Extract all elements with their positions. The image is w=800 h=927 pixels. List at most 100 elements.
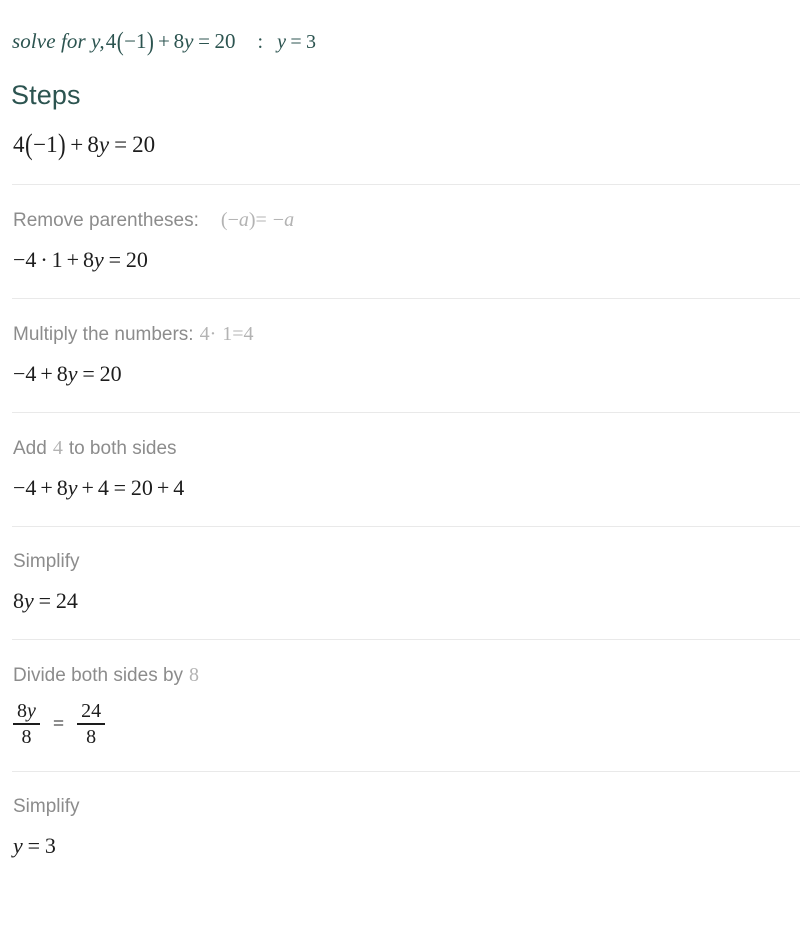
query-rparen: ) — [146, 25, 154, 57]
query-rhs: 20 — [214, 29, 236, 53]
step-label-prefix: Divide both sides by — [13, 665, 184, 686]
expr-token: + — [70, 132, 84, 157]
expr-token: 20 — [132, 132, 156, 157]
math-token: − — [227, 209, 239, 231]
query-answer: y = 3 — [277, 27, 316, 57]
expr-token: 1 — [46, 132, 58, 157]
fraction-denominator: 8 — [21, 725, 32, 748]
steps-heading: Steps — [11, 80, 81, 110]
expr-token: 20 — [125, 247, 148, 272]
expr-token: = — [38, 588, 52, 613]
expr-token: 1 — [51, 247, 63, 272]
step-expression: −4 +8y = 20 — [0, 358, 800, 390]
step-expression: 8y = 24 — [0, 585, 800, 617]
step-label: Remove parentheses: (−a)= −a — [0, 207, 800, 234]
step-label-suffix: to both sides — [68, 438, 177, 459]
query-separator: : — [257, 31, 264, 53]
numerator-value: 8y — [17, 700, 36, 722]
step-label: Simplify — [0, 549, 800, 575]
expr-token: = — [114, 132, 128, 157]
step-label-text: Remove parentheses: — [13, 210, 199, 231]
math-token: ) — [248, 209, 256, 231]
expr-token: 4 — [25, 247, 37, 272]
math-token: = — [255, 209, 267, 231]
query-line: solve for y, 4(−1) +8 y = 20 : y = 3 — [12, 25, 316, 57]
step-label-number: 4 — [52, 437, 63, 459]
step-label-prefix: Add — [13, 438, 47, 459]
query-plus: + — [158, 29, 170, 53]
expr-token: ( — [24, 128, 33, 161]
expr-token: 4 — [97, 475, 109, 500]
step-simplify-1: Simplify 8y = 24 — [0, 526, 800, 639]
step-label-text: Simplify — [13, 551, 80, 572]
expr-token: + — [40, 475, 53, 500]
expr-token: = — [108, 247, 121, 272]
expr-token: = — [27, 833, 41, 859]
expr-token: + — [81, 475, 94, 500]
expr-token: 8 — [13, 588, 24, 613]
step-divide-both-sides-by-8: Divide both sides by 8 8y 8 = 24 8 — [0, 639, 800, 771]
expr-token: = — [113, 475, 127, 500]
fraction-denominator: 8 — [86, 725, 97, 748]
step-label-number: 8 — [189, 664, 200, 686]
expr-token: y — [67, 361, 78, 386]
step-multiply-the-numbers: Multiply the numbers: 4· 1=4 −4 +8y = 20 — [0, 298, 800, 412]
query-prompt: solve for y, — [12, 29, 105, 53]
query-minus: − — [124, 29, 136, 53]
math-token: a — [238, 209, 249, 231]
expr-token: 20 — [130, 475, 153, 500]
expr-token: · — [40, 247, 48, 272]
math-token: 1 — [222, 323, 233, 345]
query-term-coef: 8 — [173, 29, 185, 53]
expr-token: − — [13, 475, 26, 500]
step-initial: 4(−1) +8y = 20 — [0, 128, 800, 184]
expr-token: y — [93, 247, 104, 272]
step-label: Add 4 to both sides — [0, 435, 800, 462]
expr-token: 4 — [25, 475, 37, 500]
step-label: Simplify — [0, 794, 800, 820]
fraction-numerator: 8y — [13, 699, 40, 723]
step-expression-fraction: 8y 8 = 24 8 — [0, 699, 800, 749]
math-token: 4 — [199, 323, 210, 345]
expr-token: y — [24, 588, 34, 613]
query-equals: = — [198, 29, 210, 53]
step-simplify-2: Simplify y = 3 — [0, 771, 800, 884]
solution-page: solve for y, 4(−1) +8y = 20 : y = 3 Steps 4(−… — [0, 0, 800, 927]
step-label-math: (−a)= −a — [221, 207, 294, 233]
answer-variable: y — [277, 31, 286, 53]
math-token: a — [284, 209, 295, 231]
expr-token: 8 — [82, 247, 94, 272]
query-coef: 4 — [105, 29, 117, 53]
expr-token: 8 — [56, 361, 68, 386]
expr-token: 4 — [25, 361, 37, 386]
expr-token: 3 — [44, 833, 56, 859]
expr-token: 24 — [55, 588, 78, 613]
step-label-text: Multiply the numbers: — [13, 324, 194, 345]
step-label: Multiply the numbers: 4· 1=4 — [0, 321, 800, 348]
expr-token: y — [13, 833, 23, 859]
query-lparen: ( — [116, 25, 124, 57]
expr-token: 8 — [87, 132, 99, 157]
query-one: 1 — [135, 29, 147, 53]
step-label-text: Simplify — [13, 796, 80, 818]
math-token: = — [232, 323, 244, 345]
expr-token: 20 — [99, 361, 122, 386]
fraction-equals: = — [52, 713, 65, 736]
expr-token: 4 — [173, 475, 185, 500]
step-remove-parentheses: Remove parentheses: (−a)= −a −4 · 1 +8y = 20 — [0, 184, 800, 298]
